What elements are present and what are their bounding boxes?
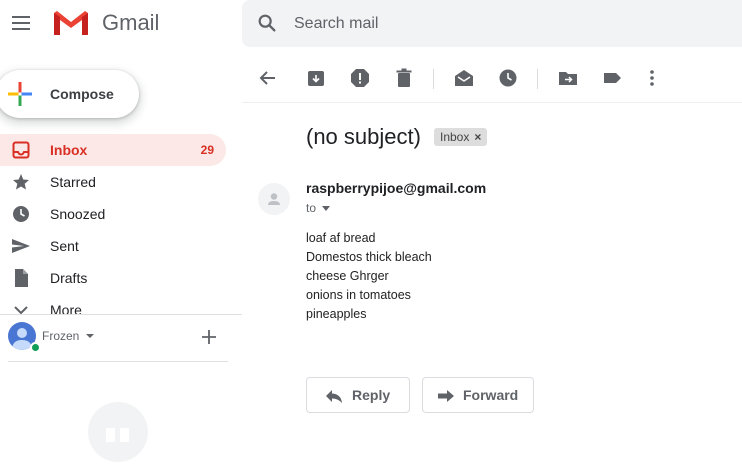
divider <box>0 314 242 315</box>
sidebar-item-label: Drafts <box>50 270 88 286</box>
delete-icon[interactable] <box>394 68 414 88</box>
forward-button[interactable]: Forward <box>422 377 534 413</box>
menu-icon <box>12 16 30 18</box>
menu-icon-bar <box>12 28 30 30</box>
search-bar[interactable] <box>242 0 742 47</box>
mark-unread-icon[interactable] <box>454 68 474 88</box>
online-status-dot <box>30 342 41 353</box>
app-name: Gmail <box>102 10 160 35</box>
star-icon <box>13 174 29 190</box>
compose-button[interactable]: Compose <box>0 70 139 118</box>
snooze-icon[interactable] <box>498 68 518 88</box>
back-arrow-icon[interactable] <box>258 68 278 88</box>
body-line: cheese Ghrger <box>306 269 389 283</box>
search-icon[interactable] <box>256 12 278 34</box>
toolbar-divider-line <box>242 102 742 103</box>
recipients-toggle[interactable]: to <box>306 201 331 215</box>
reply-button[interactable]: Reply <box>306 377 410 413</box>
quote-icon <box>106 428 129 442</box>
message-subject: (no subject) <box>306 124 421 149</box>
sidebar-item-label: Sent <box>50 238 79 254</box>
reply-icon <box>326 390 342 403</box>
sidebar-item-label: Inbox <box>50 142 88 158</box>
search-input[interactable] <box>294 10 714 38</box>
sender-avatar[interactable] <box>258 183 290 215</box>
body-line: onions in tomatoes <box>306 288 411 302</box>
report-spam-icon[interactable] <box>350 68 370 88</box>
compose-label: Compose <box>50 86 114 102</box>
toolbar-divider <box>433 69 434 89</box>
more-vert-icon[interactable] <box>642 68 662 88</box>
hangouts-user: Frozen <box>8 322 230 353</box>
body-line: loaf af bread <box>306 231 376 245</box>
message-body: loaf af bread Domestos thick bleach chee… <box>306 229 432 324</box>
forward-icon <box>438 390 454 402</box>
remove-label-button[interactable]: × <box>474 130 481 144</box>
reply-label: Reply <box>352 387 391 403</box>
toolbar-divider <box>537 69 538 89</box>
caret-down-icon[interactable] <box>86 334 94 338</box>
inbox-icon <box>12 141 30 159</box>
send-icon <box>12 239 30 253</box>
sidebar-item-label: More <box>50 302 82 314</box>
forward-label: Forward <box>463 387 519 403</box>
menu-icon-bar <box>12 22 30 24</box>
sidebar-item-label: Snoozed <box>50 206 106 222</box>
sidebar-item-sent[interactable]: Sent <box>0 230 226 262</box>
sidebar-item-snoozed[interactable]: Snoozed <box>0 198 226 230</box>
sidebar-item-drafts[interactable]: Drafts <box>0 262 226 294</box>
add-icon[interactable] <box>200 328 218 346</box>
person-icon <box>268 193 280 205</box>
sidebar-item-label: Starred <box>50 174 96 190</box>
message-toolbar <box>242 56 742 102</box>
sidebar-item-starred[interactable]: Starred <box>0 166 226 198</box>
gmail-logo[interactable] <box>52 9 90 37</box>
hangouts-placeholder-avatar <box>88 402 148 462</box>
user-name[interactable]: Frozen <box>42 329 79 343</box>
chevron-down-icon <box>14 306 28 314</box>
label-chip-inbox[interactable]: Inbox × <box>434 128 488 146</box>
sidebar-item-inbox[interactable]: Inbox 29 <box>0 134 226 166</box>
body-line: Domestos thick bleach <box>306 250 432 264</box>
label-chip-text: Inbox <box>440 130 470 144</box>
caret-down-icon <box>322 206 331 212</box>
sidebar-nav: Inbox 29 Starred Snoozed Sent Drafts Mor… <box>0 134 228 314</box>
sidebar-item-more[interactable]: More <box>0 294 226 314</box>
move-to-icon[interactable] <box>558 68 578 88</box>
plus-icon <box>8 82 32 106</box>
clock-icon <box>13 206 29 222</box>
sender-email[interactable]: raspberrypijoe@gmail.com <box>306 180 486 196</box>
body-line: pineapples <box>306 307 367 321</box>
top-bar: Gmail <box>0 0 742 47</box>
unread-count: 29 <box>200 143 214 157</box>
divider <box>8 361 228 362</box>
draft-icon <box>15 269 28 287</box>
archive-icon[interactable] <box>306 68 326 88</box>
main-menu-button[interactable] <box>10 12 32 34</box>
to-label: to <box>306 201 317 215</box>
label-icon[interactable] <box>602 68 622 88</box>
